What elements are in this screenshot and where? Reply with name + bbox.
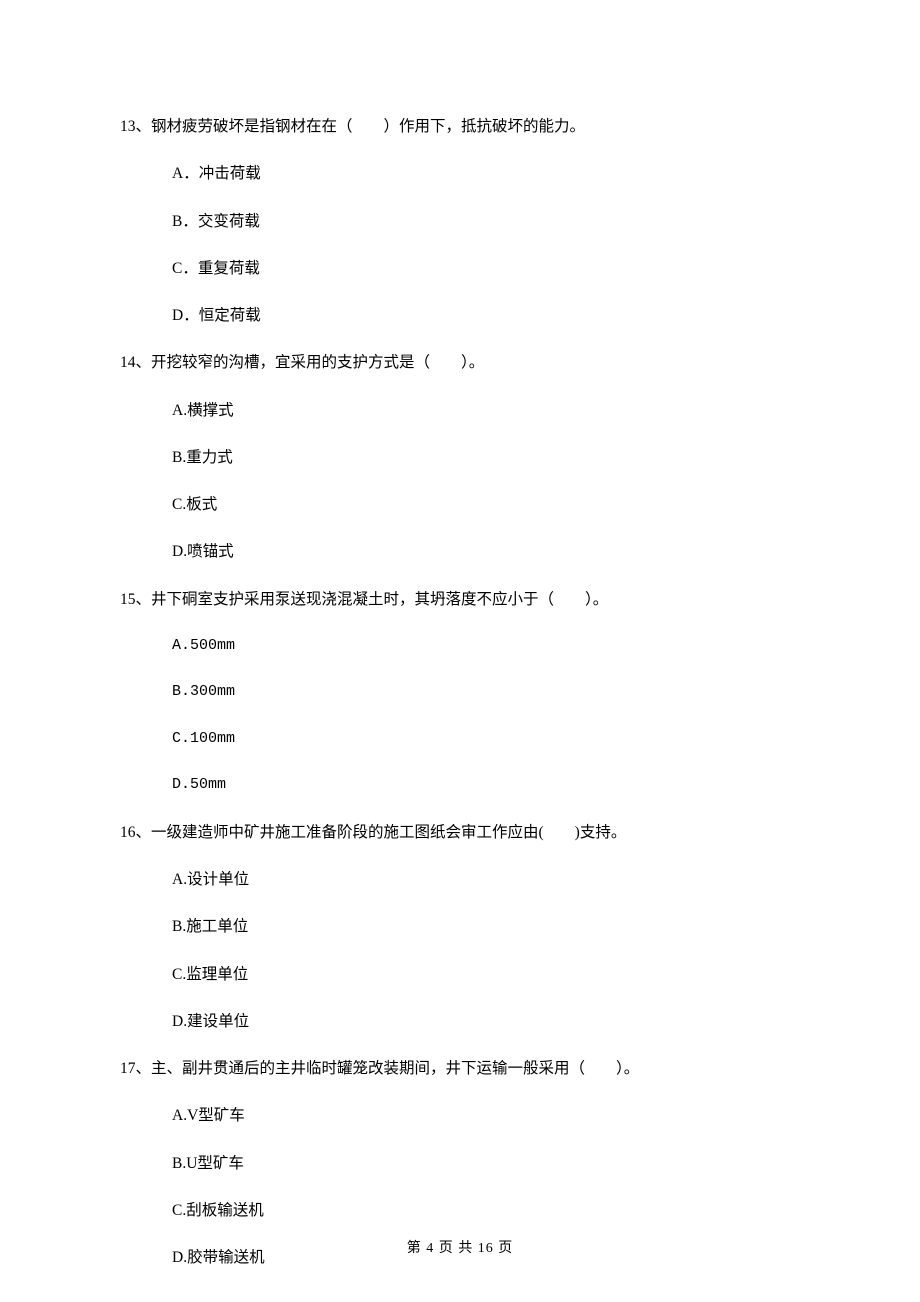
question-number: 17、 bbox=[120, 1060, 151, 1077]
page-footer: 第 4 页 共 16 页 bbox=[0, 1242, 920, 1256]
question-options: A.500mm B.300mm C.100mm D.50mm bbox=[120, 635, 800, 797]
option-c: C．重复荷载 bbox=[172, 257, 800, 280]
question-text: 开挖较窄的沟槽，宜采用的支护方式是（ ）。 bbox=[151, 354, 484, 371]
question-options: A.设计单位 B.施工单位 C.监理单位 D.建设单位 bbox=[120, 868, 800, 1033]
question-text: 一级建造师中矿井施工准备阶段的施工图纸会审工作应由( )支持。 bbox=[151, 824, 626, 841]
option-a: A．冲击荷载 bbox=[172, 162, 800, 185]
question-15: 15、井下硐室支护采用泵送现浇混凝土时，其坍落度不应小于（ ）。 A.500mm… bbox=[120, 588, 800, 797]
question-options: A.横撑式 B.重力式 C.板式 D.喷锚式 bbox=[120, 399, 800, 564]
option-d: D.建设单位 bbox=[172, 1010, 800, 1033]
option-b: B.300mm bbox=[172, 681, 800, 704]
question-16: 16、一级建造师中矿井施工准备阶段的施工图纸会审工作应由( )支持。 A.设计单… bbox=[120, 821, 800, 1033]
question-text: 主、副井贯通后的主井临时罐笼改装期间，井下运输一般采用（ ）。 bbox=[151, 1060, 639, 1077]
question-stem: 17、主、副井贯通后的主井临时罐笼改装期间，井下运输一般采用（ ）。 bbox=[120, 1057, 800, 1080]
question-stem: 14、开挖较窄的沟槽，宜采用的支护方式是（ ）。 bbox=[120, 351, 800, 374]
option-a: A.V型矿车 bbox=[172, 1104, 800, 1127]
option-d: D．恒定荷载 bbox=[172, 304, 800, 327]
question-number: 16、 bbox=[120, 824, 151, 841]
option-a: A.500mm bbox=[172, 635, 800, 658]
question-number: 15、 bbox=[120, 591, 151, 608]
option-b: B．交变荷载 bbox=[172, 210, 800, 233]
question-17: 17、主、副井贯通后的主井临时罐笼改装期间，井下运输一般采用（ ）。 A.V型矿… bbox=[120, 1057, 800, 1269]
question-14: 14、开挖较窄的沟槽，宜采用的支护方式是（ ）。 A.横撑式 B.重力式 C.板… bbox=[120, 351, 800, 563]
option-c: C.监理单位 bbox=[172, 963, 800, 986]
question-13: 13、钢材疲劳破坏是指钢材在在（ ）作用下，抵抗破坏的能力。 A．冲击荷载 B．… bbox=[120, 115, 800, 327]
question-stem: 13、钢材疲劳破坏是指钢材在在（ ）作用下，抵抗破坏的能力。 bbox=[120, 115, 800, 138]
question-options: A．冲击荷载 B．交变荷载 C．重复荷载 D．恒定荷载 bbox=[120, 162, 800, 327]
question-stem: 15、井下硐室支护采用泵送现浇混凝土时，其坍落度不应小于（ ）。 bbox=[120, 588, 800, 611]
option-c: C.板式 bbox=[172, 493, 800, 516]
question-text: 钢材疲劳破坏是指钢材在在（ ）作用下，抵抗破坏的能力。 bbox=[151, 118, 585, 135]
question-number: 14、 bbox=[120, 354, 151, 371]
option-a: A.设计单位 bbox=[172, 868, 800, 891]
document-page: 13、钢材疲劳破坏是指钢材在在（ ）作用下，抵抗破坏的能力。 A．冲击荷载 B．… bbox=[0, 0, 920, 1302]
question-stem: 16、一级建造师中矿井施工准备阶段的施工图纸会审工作应由( )支持。 bbox=[120, 821, 800, 844]
option-c: C.100mm bbox=[172, 728, 800, 751]
question-number: 13、 bbox=[120, 118, 151, 135]
option-d: D.喷锚式 bbox=[172, 540, 800, 563]
question-text: 井下硐室支护采用泵送现浇混凝土时，其坍落度不应小于（ ）。 bbox=[151, 591, 608, 608]
option-c: C.刮板输送机 bbox=[172, 1199, 800, 1222]
option-d: D.50mm bbox=[172, 774, 800, 797]
option-b: B.U型矿车 bbox=[172, 1152, 800, 1175]
option-a: A.横撑式 bbox=[172, 399, 800, 422]
option-b: B.重力式 bbox=[172, 446, 800, 469]
option-b: B.施工单位 bbox=[172, 915, 800, 938]
